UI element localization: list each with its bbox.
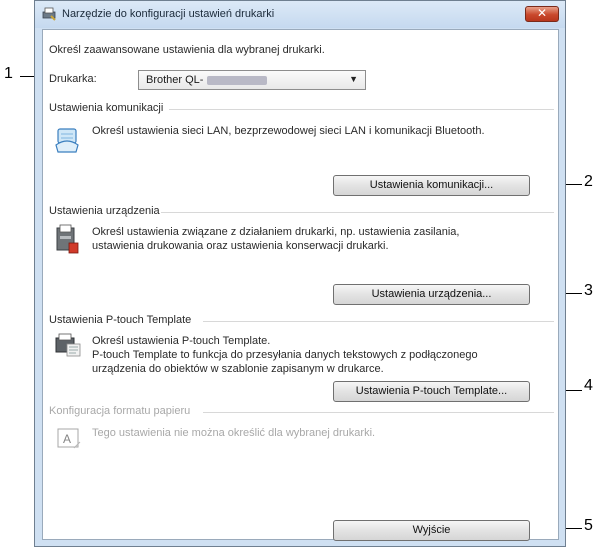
close-icon: ✕ (536, 6, 548, 20)
section-divider (203, 412, 554, 413)
section-title-communication: Ustawienia komunikacji (49, 102, 164, 114)
printer-tool-icon (42, 7, 56, 21)
svg-text:A: A (63, 432, 71, 446)
section-title-device: Ustawienia urządzenia (49, 205, 160, 217)
printer-select[interactable]: Brother QL- ▼ (138, 70, 366, 90)
title-bar[interactable]: Narzędzie do konfiguracji ustawień druka… (35, 1, 565, 28)
callout-4: 4 (584, 377, 593, 394)
communication-settings-button[interactable]: Ustawienia komunikacji... (333, 175, 530, 196)
section-title-paper: Konfiguracja formatu papieru (49, 405, 191, 417)
callout-3: 3 (584, 282, 593, 299)
section-description-device-line2: ustawienia drukowania oraz ustawienia ko… (92, 240, 389, 252)
section-description-device-line1: Określ ustawienia związane z działaniem … (92, 226, 460, 238)
section-title-ptouch: Ustawienia P-touch Template (49, 314, 192, 326)
printer-label: Drukarka: (49, 73, 97, 85)
close-button[interactable]: ✕ (525, 6, 559, 22)
printer-select-value: Brother QL- (146, 74, 204, 86)
chevron-down-icon: ▼ (349, 74, 358, 84)
section-description-ptouch-line2: P-touch Template to funkcja do przesyłan… (92, 349, 478, 361)
communication-icon (55, 128, 79, 153)
paper-format-icon: A (57, 428, 81, 449)
callout-1: 1 (4, 65, 13, 82)
exit-button[interactable]: Wyjście (333, 520, 530, 541)
printer-model-redacted (207, 76, 267, 85)
intro-text: Określ zaawansowane ustawienia dla wybra… (49, 44, 325, 56)
section-divider (169, 109, 554, 110)
printer-settings-icon (56, 224, 79, 254)
section-divider (161, 212, 554, 213)
callout-5: 5 (584, 517, 593, 534)
section-description-ptouch-line1: Określ ustawienia P-touch Template. (92, 335, 271, 347)
section-description-communication: Określ ustawienia sieci LAN, bezprzewodo… (92, 125, 485, 137)
section-description-ptouch-line3: urządzenia do obiektów w szablonie zapis… (92, 363, 384, 375)
dialog-body: Określ zaawansowane ustawienia dla wybra… (42, 29, 559, 541)
window-title: Narzędzie do konfiguracji ustawień druka… (62, 8, 275, 20)
section-description-paper: Tego ustawienia nie można określić dla w… (92, 427, 376, 439)
ptouch-template-icon (55, 333, 81, 357)
printer-settings-window: Narzędzie do konfiguracji ustawień druka… (34, 0, 566, 547)
callout-2: 2 (584, 173, 593, 190)
section-divider (203, 321, 554, 322)
ptouch-template-settings-button[interactable]: Ustawienia P-touch Template... (333, 381, 530, 402)
device-settings-button[interactable]: Ustawienia urządzenia... (333, 284, 530, 305)
